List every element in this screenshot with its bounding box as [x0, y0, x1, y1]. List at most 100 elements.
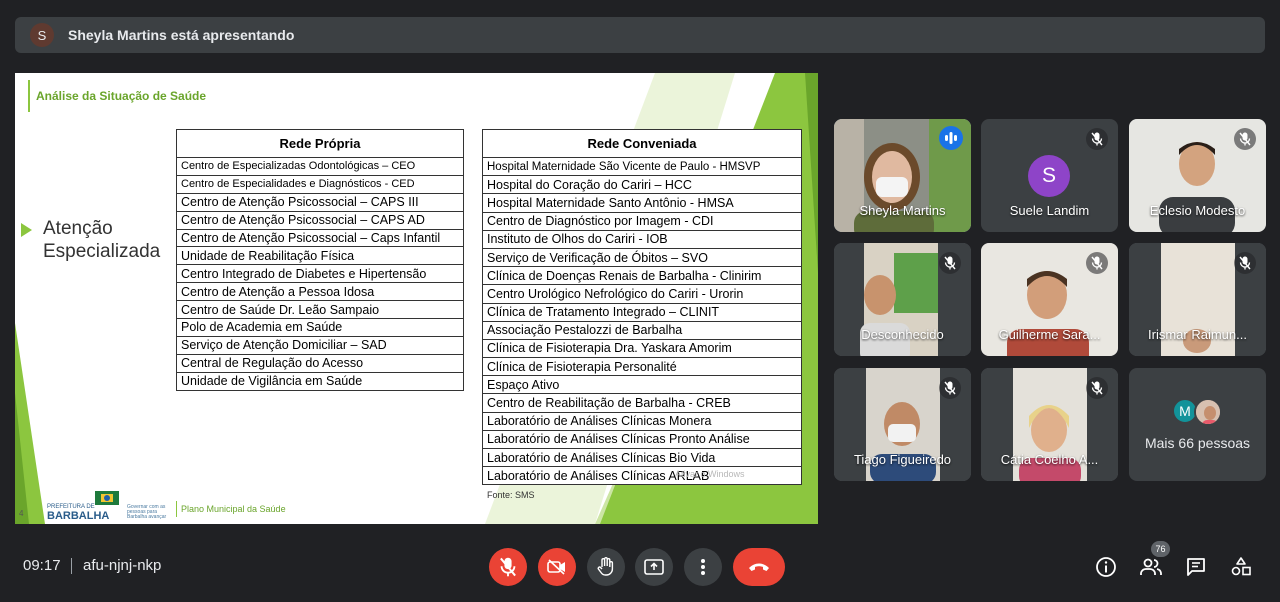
participant-tile-guilherme[interactable]: Guilherme Sara... [981, 243, 1118, 356]
table-cell: Unidade de Reabilitação Física [176, 246, 464, 266]
logo-tagline: Governar com as pessoas para Barbalha av… [127, 504, 167, 520]
presenter-bar: S Sheyla Martins está apresentando [15, 17, 1265, 53]
participant-tile-desconhecido[interactable]: Desconhecido [834, 243, 971, 356]
camera-toggle-button[interactable] [538, 548, 576, 586]
table-cell: Centro de Atenção a Pessoa Idosa [176, 282, 464, 302]
meeting-code: afu-njnj-nkp [83, 557, 162, 574]
table-row: Serviço de Verificação de Óbitos – SVO [482, 247, 802, 268]
table-cell: Hospital do Coração do Cariri – HCC [482, 175, 802, 195]
table-cell: Serviço de Atenção Domiciliar – SAD [176, 335, 464, 355]
mic-toggle-button[interactable] [489, 548, 527, 586]
present-icon [644, 559, 664, 575]
table-cell: Centro de Atenção Psicossocial – CAPS AD [176, 210, 464, 230]
table-cell: Centro Integrado de Diabetes e Hipertens… [176, 264, 464, 284]
table-row: Instituto de Olhos do Cariri - IOB [482, 229, 802, 249]
participant-tile-suele[interactable]: S Suele Landim [981, 119, 1118, 232]
table-cell: Centro de Reabilitação de Barbalha - CRE… [482, 393, 802, 413]
participant-name: Irismar Raimun... [1148, 327, 1247, 342]
rede-propria-table: Rede Própria Centro de Especializadas Od… [176, 129, 464, 391]
presenter-avatar: S [30, 23, 54, 47]
table-cell: Clínica de Fisioterapia Personalité [482, 357, 802, 377]
chat-icon [1187, 558, 1205, 576]
more-people-avatars: M [1172, 398, 1228, 426]
table-row: Laboratório de Análises Clínicas Pronto … [482, 429, 802, 450]
people-button[interactable] [1139, 555, 1163, 579]
table-row: Centro de Atenção Psicossocial – CAPS II… [176, 192, 464, 212]
table-row: Clínica de Doenças Renais de Barbalha - … [482, 266, 802, 286]
people-icon [1140, 558, 1162, 575]
table-cell: Laboratório de Análises Clínicas ARLAB [482, 466, 802, 486]
logo-text: PREFEITURA DE BARBALHA [47, 504, 109, 522]
more-vert-icon [701, 559, 705, 575]
windows-watermark: Ativar o Windows [675, 469, 745, 479]
table-row: Centro de Especialidades e Diagnósticos … [176, 174, 464, 194]
participant-tile-tiago[interactable]: Tiago Figueiredo [834, 368, 971, 481]
present-screen-button[interactable] [635, 548, 673, 586]
table-row: Central de Regulação do Acesso [176, 353, 464, 373]
table-cell: Associação Pestalozzi de Barbalha [482, 320, 802, 340]
bullet-arrow-icon [21, 223, 32, 237]
rede-propria-header: Rede Própria [176, 129, 464, 158]
slide-number: 4 [19, 509, 24, 518]
rede-conveniada-header: Rede Conveniada [482, 129, 802, 158]
meeting-details-button[interactable] [1094, 555, 1118, 579]
section-title: Atenção Especializada [43, 217, 160, 263]
table-cell: Centro Urológico Nefrológico do Cariri -… [482, 284, 802, 304]
source-note: Fonte: SMS [487, 490, 535, 500]
mic-off-icon [939, 377, 961, 399]
table-cell: Espaço Ativo [482, 375, 802, 395]
table-row: Serviço de Atenção Domiciliar – SAD [176, 335, 464, 355]
table-row: Centro de Atenção Psicossocial – Caps In… [176, 228, 464, 248]
slide-title: Análise da Situação de Saúde [28, 80, 206, 112]
bottom-divider [71, 558, 72, 574]
table-cell: Clínica de Doenças Renais de Barbalha - … [482, 266, 802, 286]
participant-tile-irismar[interactable]: Irismar Raimun... [1129, 243, 1266, 356]
participant-tile-eclesio[interactable]: Eclesio Modesto [1129, 119, 1266, 232]
participant-tile-sheyla[interactable]: Sheyla Martins [834, 119, 971, 232]
participant-name: Tiago Figueiredo [853, 452, 952, 467]
table-cell: Laboratório de Análises Clínicas Pronto … [482, 429, 802, 450]
table-cell: Laboratório de Análises Clínicas Bio Vid… [482, 447, 802, 468]
table-row: Centro de Reabilitação de Barbalha - CRE… [482, 393, 802, 413]
table-row: Espaço Ativo [482, 375, 802, 395]
table-row: Hospital do Coração do Cariri – HCC [482, 175, 802, 195]
more-people-avatar-photo [1194, 398, 1222, 426]
meet-window: S Sheyla Martins está apresentando Análi… [0, 0, 1280, 602]
table-cell: Polo de Academia em Saúde [176, 318, 464, 337]
participant-name: Guilherme Sara... [998, 327, 1101, 342]
mic-off-icon [1086, 128, 1108, 150]
activities-icon [1231, 557, 1251, 576]
mic-off-icon [500, 557, 516, 577]
table-cell: Centro de Especializadas Odontológicas –… [176, 157, 464, 176]
raise-hand-button[interactable] [587, 548, 625, 586]
participant-name: Eclesio Modesto [1149, 203, 1246, 218]
table-row: Centro de Atenção a Pessoa Idosa [176, 282, 464, 302]
section-title-line2: Especializada [43, 241, 161, 262]
slide-footer: Plano Municipal da Saúde [176, 501, 286, 517]
table-cell: Central de Regulação do Acesso [176, 353, 464, 373]
mic-off-icon [1086, 377, 1108, 399]
more-people-tile[interactable]: M Mais 66 pessoas [1129, 368, 1266, 481]
presenter-text: Sheyla Martins está apresentando [68, 27, 295, 43]
table-row: Centro de Especializadas Odontológicas –… [176, 157, 464, 176]
rede-conveniada-table: Rede Conveniada Hospital Maternidade São… [482, 129, 802, 486]
participant-name: Suele Landim [1009, 203, 1090, 218]
table-row: Polo de Academia em Saúde [176, 318, 464, 337]
table-cell: Instituto de Olhos do Cariri - IOB [482, 229, 802, 249]
participant-tile-catia[interactable]: Cátia Coelho A... [981, 368, 1118, 481]
table-row: Hospital Maternidade Santo Antônio - HMS… [482, 193, 802, 213]
mic-off-icon [1086, 252, 1108, 274]
mic-off-icon [1234, 128, 1256, 150]
activities-button[interactable] [1229, 555, 1253, 579]
table-row: Centro de Diagnóstico por Imagem - CDI [482, 211, 802, 231]
table-cell: Centro de Saúde Dr. Leão Sampaio [176, 300, 464, 320]
table-cell: Centro de Especialidades e Diagnósticos … [176, 174, 464, 194]
leave-call-button[interactable] [733, 548, 785, 586]
more-people-label: Mais 66 pessoas [1144, 435, 1251, 451]
chat-button[interactable] [1184, 555, 1208, 579]
participant-avatar: S [1028, 155, 1070, 197]
table-row: Clínica de Fisioterapia Personalité [482, 357, 802, 377]
meeting-clock: 09:17 [23, 557, 61, 574]
more-options-button[interactable] [684, 548, 722, 586]
participant-name: Cátia Coelho A... [1000, 452, 1099, 467]
